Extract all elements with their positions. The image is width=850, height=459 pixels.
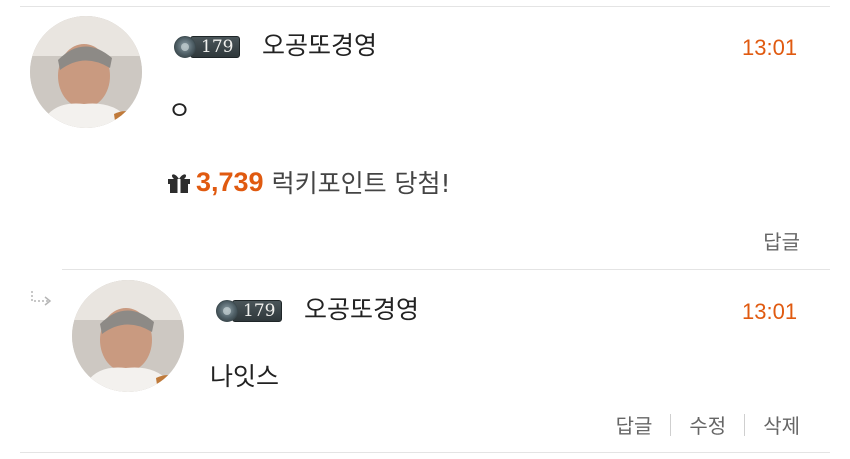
avatar-photo bbox=[30, 16, 142, 128]
avatar[interactable] bbox=[72, 280, 184, 392]
username[interactable]: 오공또경영 bbox=[304, 295, 419, 325]
comment-text: ㅇ bbox=[168, 96, 192, 125]
level-number: 179 bbox=[190, 36, 241, 58]
comment-actions: 답글 수정 삭제 bbox=[616, 410, 800, 439]
comment-text: 나잇스 bbox=[210, 362, 280, 391]
lucky-point-notice: 3,739 럭키포인트 당첨! bbox=[166, 164, 451, 200]
divider-top bbox=[20, 6, 830, 7]
lucky-points-label: 럭키포인트 당첨! bbox=[271, 169, 451, 198]
gift-icon bbox=[168, 174, 190, 193]
reply-arrow-icon bbox=[31, 291, 52, 306]
level-emblem-icon bbox=[174, 36, 196, 58]
delete-button[interactable]: 삭제 bbox=[763, 410, 800, 439]
reply-button[interactable]: 답글 bbox=[763, 226, 800, 255]
reply-button[interactable]: 답글 bbox=[616, 410, 653, 439]
username[interactable]: 오공또경영 bbox=[262, 31, 377, 61]
comment-list: 179 오공또경영 13:01 ㅇ 3,739 럭키포인트 당첨! 답글 179… bbox=[0, 0, 850, 459]
action-separator bbox=[744, 413, 746, 436]
level-number: 179 bbox=[232, 300, 283, 322]
avatar-photo bbox=[72, 280, 184, 392]
divider-middle bbox=[62, 269, 830, 270]
level-emblem-icon bbox=[216, 300, 238, 322]
divider-bottom bbox=[20, 452, 830, 453]
avatar[interactable] bbox=[30, 16, 142, 128]
level-badge: 179 bbox=[174, 35, 241, 59]
level-badge: 179 bbox=[216, 299, 283, 323]
lucky-points-value: 3,739 bbox=[196, 166, 264, 197]
comment-actions: 답글 bbox=[763, 226, 800, 255]
action-separator bbox=[670, 413, 672, 436]
edit-button[interactable]: 수정 bbox=[689, 410, 726, 439]
comment-time: 13:01 bbox=[742, 35, 798, 60]
comment-time: 13:01 bbox=[742, 299, 798, 324]
